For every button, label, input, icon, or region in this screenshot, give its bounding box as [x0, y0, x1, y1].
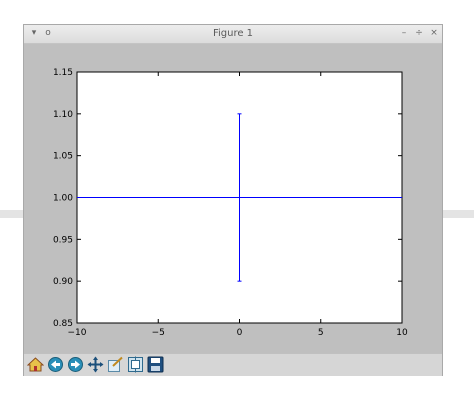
- y-tick-label: 1.15: [53, 68, 73, 78]
- window-titlebar[interactable]: ▾ o Figure 1 – ÷ ×: [24, 25, 442, 44]
- x-tick-label: −10: [68, 328, 87, 338]
- save-icon[interactable]: [147, 356, 164, 373]
- window-title: Figure 1: [212, 28, 254, 39]
- y-tick-label: 1.10: [53, 110, 73, 120]
- minimize-icon[interactable]: –: [398, 27, 410, 39]
- navigation-toolbar: [24, 353, 442, 376]
- y-tick-label: 0.95: [53, 235, 73, 245]
- maximize-icon[interactable]: ÷: [413, 27, 425, 39]
- y-tick-label: 1.00: [53, 194, 73, 204]
- figure-canvas[interactable]: −10 −5 0 5 10 0.85 0.90 0.95 1.00 1.05 1.10 1.15: [24, 44, 442, 352]
- y-tick-label: 0.85: [53, 319, 73, 329]
- y-tick-label: 0.90: [53, 277, 73, 287]
- close-icon[interactable]: ×: [428, 27, 440, 39]
- y-tick-label: 1.05: [53, 152, 73, 162]
- back-arrow-icon[interactable]: [47, 356, 64, 373]
- forward-arrow-icon[interactable]: [67, 356, 84, 373]
- x-tick-label: −5: [152, 328, 165, 338]
- figure-window: ▾ o Figure 1 – ÷ × −10 −5 0 5 10 0.85 0.90 0.95…: [23, 24, 443, 376]
- subplots-icon[interactable]: [127, 356, 144, 373]
- pan-icon[interactable]: [87, 356, 104, 373]
- zoom-icon[interactable]: [107, 356, 124, 373]
- x-tick-label: 5: [318, 328, 324, 338]
- x-tick-label: 10: [396, 328, 408, 338]
- x-tick-label: 0: [237, 328, 243, 338]
- home-icon[interactable]: [27, 356, 44, 373]
